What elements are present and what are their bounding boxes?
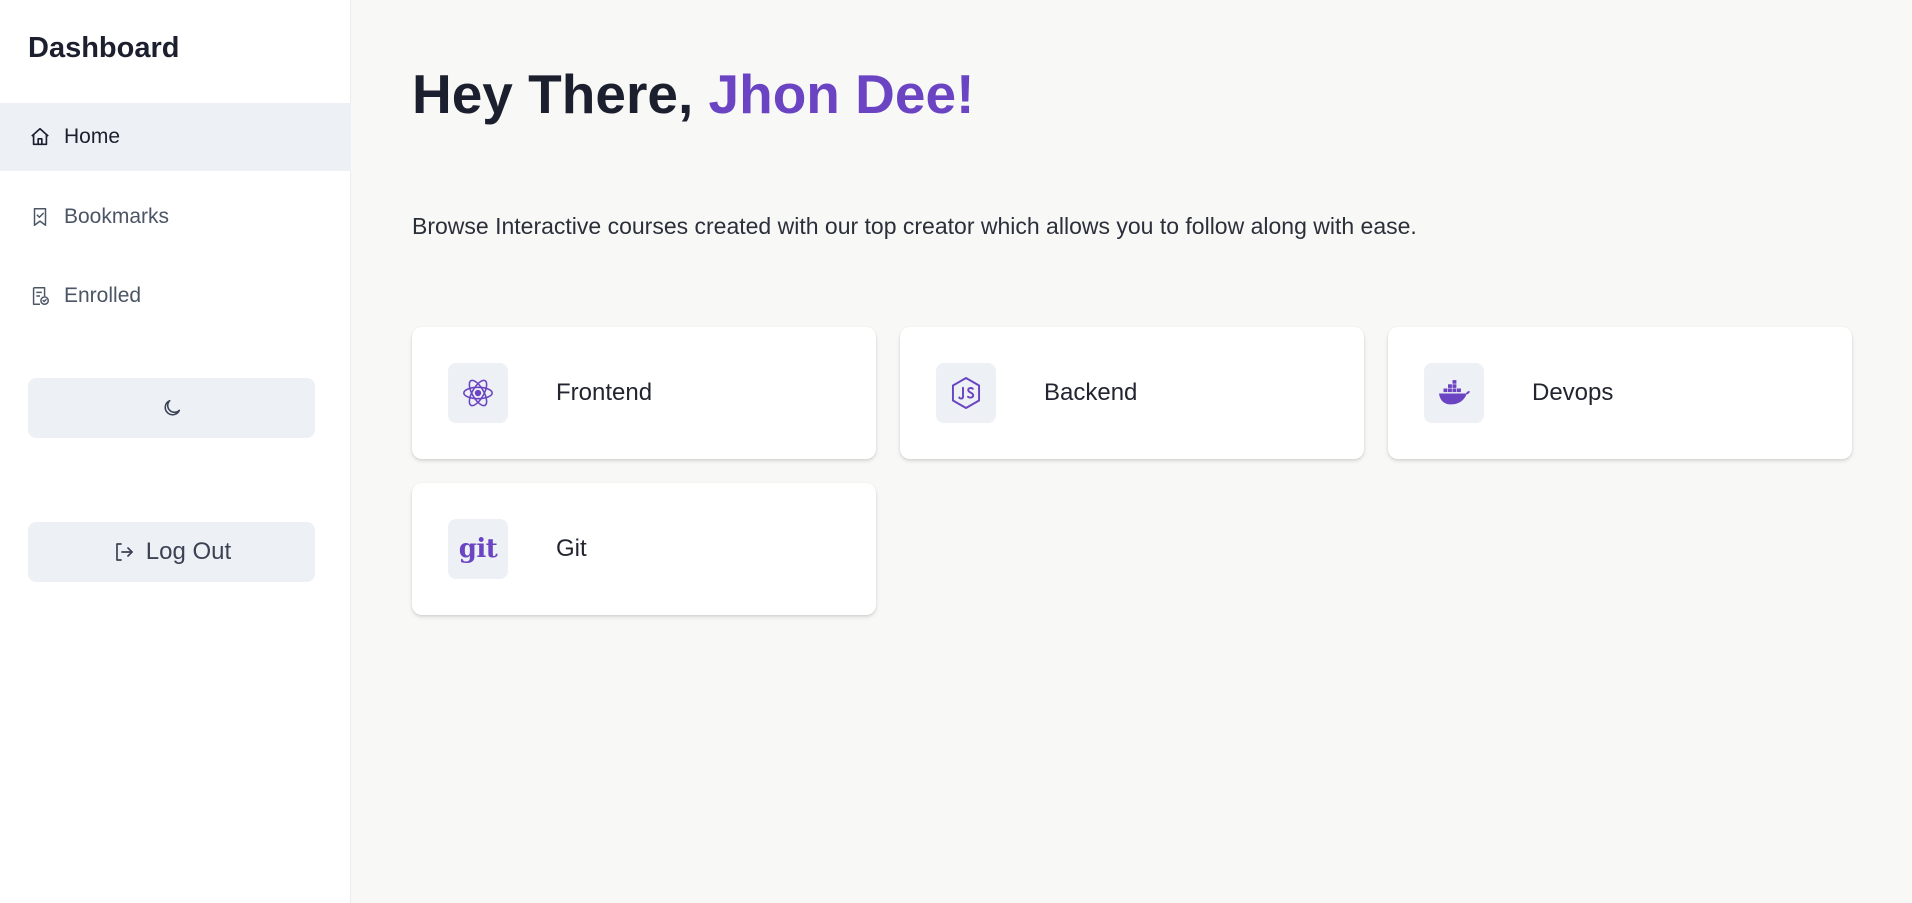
greeting-prefix: Hey There, (412, 63, 709, 125)
logout-icon (112, 540, 136, 564)
logout-button[interactable]: Log Out (28, 522, 315, 582)
category-card-backend[interactable]: Backend (900, 327, 1364, 459)
category-card-git[interactable]: git Git (412, 483, 876, 615)
page-subtitle: Browse Interactive courses created with … (412, 213, 1417, 239)
react-icon (448, 363, 508, 423)
category-label: Frontend (556, 379, 653, 406)
nodejs-icon (936, 363, 996, 423)
main-content: Hey There, Jhon Dee! Browse Interactive … (351, 0, 1912, 903)
brand-title: Dashboard (28, 32, 180, 64)
category-label: Git (556, 535, 587, 562)
category-label: Backend (1044, 379, 1138, 406)
page-title: Hey There, Jhon Dee! (412, 62, 974, 126)
logout-label: Log Out (145, 538, 232, 565)
user-name: Jhon Dee! (708, 63, 975, 125)
category-card-frontend[interactable]: Frontend (412, 327, 876, 459)
git-icon: git (448, 519, 508, 579)
sidebar-item-bookmarks[interactable]: Bookmarks (0, 183, 351, 251)
docker-icon (1424, 363, 1484, 423)
sidebar-item-home[interactable]: Home (0, 103, 351, 171)
bookmark-icon (28, 205, 52, 229)
sidebar-item-label: Bookmarks (64, 205, 170, 228)
sidebar-item-enrolled[interactable]: Enrolled (0, 262, 351, 330)
theme-toggle-button[interactable] (28, 378, 315, 438)
home-icon (28, 125, 52, 149)
category-label: Devops (1532, 379, 1614, 406)
git-logo-text: git (458, 534, 498, 564)
enrolled-icon (28, 284, 52, 308)
sidebar-item-label: Enrolled (64, 284, 142, 307)
moon-icon (161, 397, 183, 419)
app: Dashboard Home Bookmarks Enrolled Log Ou… (0, 0, 1912, 903)
sidebar-item-label: Home (64, 125, 121, 148)
sidebar: Dashboard Home Bookmarks Enrolled Log Ou… (0, 0, 351, 903)
category-card-devops[interactable]: Devops (1388, 327, 1852, 459)
